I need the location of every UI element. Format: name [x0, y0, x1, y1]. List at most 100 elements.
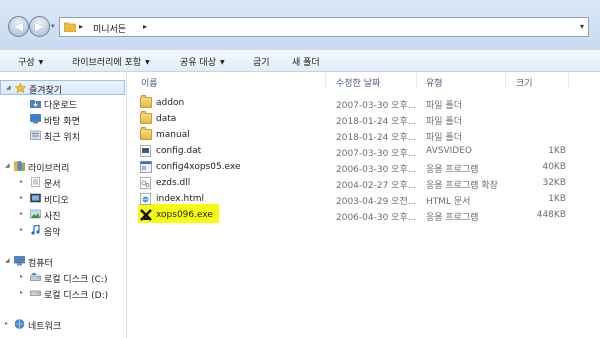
organize-label: 구성: [18, 58, 35, 68]
collapse-arrow-icon[interactable]: ◢: [6, 84, 11, 91]
file-date: 2007-03-30 오후...: [336, 149, 417, 159]
file-name: config4xops05.exe: [156, 162, 241, 172]
nav-item-videos[interactable]: ▸ 비디오: [0, 191, 125, 206]
address-dropdown-icon[interactable]: ▾: [580, 22, 584, 31]
collapse-arrow-icon[interactable]: ◢: [5, 162, 10, 169]
back-button[interactable]: ◀: [8, 16, 29, 37]
expand-arrow-icon[interactable]: ▸: [20, 273, 23, 280]
nav-item-label: 바탕 화면: [44, 117, 80, 127]
nav-item-label: 문서: [44, 180, 61, 190]
nav-item-desktop[interactable]: 바탕 화면: [0, 112, 125, 127]
expand-arrow-icon[interactable]: ▸: [20, 289, 23, 296]
nav-favorites-label: 즐겨찾기: [29, 86, 63, 96]
nav-network[interactable]: ▸ 네트워크: [0, 317, 125, 332]
column-divider[interactable]: [325, 72, 326, 89]
breadcrumb-current-folder[interactable]: 미니서든: [93, 22, 126, 35]
expand-arrow-icon[interactable]: ▸: [20, 178, 23, 185]
nav-item-downloads[interactable]: 다운로드: [0, 96, 125, 111]
breadcrumb-separator[interactable]: ▸: [143, 22, 147, 31]
nav-item-local-disk-c[interactable]: ▸ 로컬 디스크 (C:): [0, 270, 125, 285]
file-type: 응용 프로그램: [426, 165, 479, 175]
collapse-arrow-icon[interactable]: ◢: [5, 257, 10, 264]
file-row[interactable]: xops096.exe 2006-04-30 오후... 응용 프로그램 448…: [127, 207, 600, 223]
folder-icon: [140, 111, 152, 124]
chevron-down-icon: ▼: [38, 59, 44, 66]
column-header-row: 이름 수정한 날짜 유형 크기: [127, 72, 600, 89]
file-row[interactable]: manual 2018-01-24 오후... 파일 폴더: [127, 127, 600, 143]
column-header-size[interactable]: 크기: [516, 76, 533, 89]
breadcrumb-separator[interactable]: ▸: [79, 22, 83, 31]
file-type: 응용 프로그램 확장: [426, 181, 498, 191]
forward-button[interactable]: ▶: [29, 16, 50, 37]
file-row[interactable]: index.html 2003-04-29 오전... HTML 문서 1KB: [127, 191, 600, 207]
history-dropdown-icon[interactable]: ▾: [51, 22, 55, 30]
nav-item-pictures[interactable]: ▸ 사진: [0, 207, 125, 222]
file-date: 2007-03-30 오후...: [336, 101, 417, 111]
expand-arrow-icon[interactable]: ▸: [5, 320, 8, 327]
html-file-icon: [140, 193, 152, 205]
file-row[interactable]: data 2018-01-24 오후... 파일 폴더: [127, 111, 600, 127]
download-folder-icon: [30, 98, 41, 108]
nav-item-label: 음악: [44, 228, 61, 238]
file-name: index.html: [156, 194, 204, 204]
file-type: HTML 문서: [426, 197, 471, 207]
address-bar-area: ◀ ▶ ▾ ▸ 미니서든 ▸ ▾: [0, 0, 600, 50]
file-row[interactable]: config.dat 2007-03-30 오후... AVSVIDEO 1KB: [127, 143, 600, 159]
new-folder-label: 새 폴더: [292, 58, 320, 68]
file-date: 2018-01-24 오후...: [336, 133, 417, 143]
file-row[interactable]: config4xops05.exe 2006-03-30 오후... 응용 프로…: [127, 159, 600, 175]
nav-item-label: 최근 위치: [44, 133, 80, 143]
file-type: AVSVIDEO: [426, 146, 472, 156]
expand-arrow-icon[interactable]: ▸: [20, 226, 23, 233]
file-name: manual: [156, 130, 190, 140]
nav-libraries[interactable]: ◢ 라이브러리: [0, 159, 125, 174]
network-icon: [14, 319, 25, 329]
recent-places-icon: [30, 130, 41, 140]
organize-button[interactable]: 구성 ▼: [18, 55, 43, 68]
pictures-icon: [30, 209, 41, 219]
chevron-down-icon: ▼: [145, 59, 150, 66]
file-name: config.dat: [156, 146, 202, 156]
share-with-label: 공유 대상: [180, 58, 216, 68]
folder-icon: [140, 95, 152, 108]
desktop-icon: [30, 114, 41, 124]
nav-item-documents[interactable]: ▸ 문서: [0, 175, 125, 190]
forward-arrow-icon: ▶: [34, 19, 45, 33]
column-divider[interactable]: [568, 72, 569, 89]
file-size: 1KB: [548, 194, 566, 204]
expand-arrow-icon[interactable]: ▸: [20, 194, 23, 201]
file-date: 2004-02-27 오후...: [336, 181, 417, 191]
file-date: 2006-04-30 오후...: [336, 213, 417, 223]
dat-file-icon: [140, 145, 152, 157]
file-name: xops096.exe: [156, 210, 213, 220]
local-disk-icon: [30, 272, 41, 282]
file-size: 1KB: [548, 146, 566, 156]
column-divider[interactable]: [416, 72, 417, 89]
nav-computer[interactable]: ◢ 컴퓨터: [0, 254, 125, 269]
nav-item-label: 다운로드: [44, 101, 78, 111]
address-field[interactable]: ▸ 미니서든 ▸ ▾: [59, 17, 589, 37]
file-date: 2018-01-24 오후...: [336, 117, 417, 127]
video-icon: [30, 193, 41, 203]
new-folder-button[interactable]: 새 폴더: [292, 55, 320, 68]
expand-arrow-icon[interactable]: ▸: [20, 210, 23, 217]
nav-item-local-disk-d[interactable]: ▸ 로컬 디스크 (D:): [0, 286, 125, 301]
include-in-library-button[interactable]: 라이브러리에 포함 ▼: [72, 55, 150, 68]
computer-icon: [14, 256, 25, 266]
nav-item-music[interactable]: ▸ 음악: [0, 223, 125, 238]
local-disk-icon: [30, 288, 41, 298]
burn-button[interactable]: 굽기: [253, 55, 270, 68]
column-header-date[interactable]: 수정한 날짜: [336, 76, 380, 89]
command-bar: 구성 ▼ 라이브러리에 포함 ▼ 공유 대상 ▼ 굽기 새 폴더: [0, 50, 600, 72]
nav-network-label: 네트워크: [28, 322, 62, 332]
star-icon: [14, 82, 27, 94]
nav-item-recent-places[interactable]: 최근 위치: [0, 128, 125, 143]
column-header-type[interactable]: 유형: [426, 76, 443, 89]
column-header-name[interactable]: 이름: [141, 76, 158, 89]
column-divider[interactable]: [505, 72, 506, 89]
file-row[interactable]: addon 2007-03-30 오후... 파일 폴더: [127, 95, 600, 111]
share-with-button[interactable]: 공유 대상 ▼: [180, 55, 225, 68]
file-row[interactable]: ezds.dll 2004-02-27 오후... 응용 프로그램 확장 32K…: [127, 175, 600, 191]
nav-favorites[interactable]: ◢ 즐겨찾기: [0, 80, 125, 96]
chevron-down-icon: ▼: [219, 59, 225, 66]
